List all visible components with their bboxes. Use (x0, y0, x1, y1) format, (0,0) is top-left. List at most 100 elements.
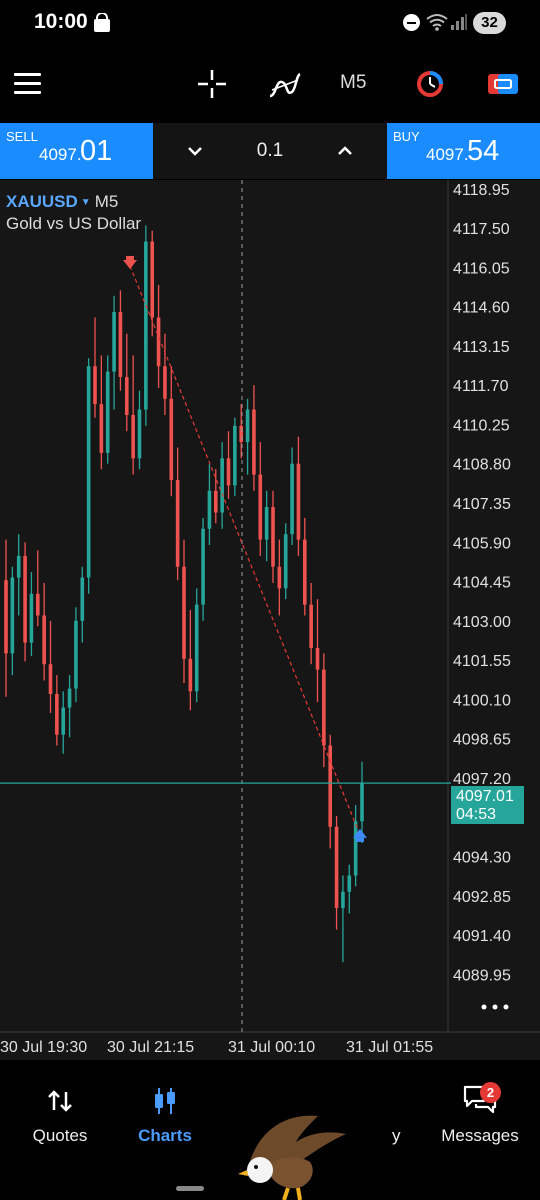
candle-body (29, 593, 34, 643)
y-tick-label: 4103.00 (453, 614, 511, 631)
nav-quotes[interactable]: Quotes (20, 1080, 100, 1150)
indicators-icon[interactable] (268, 70, 302, 100)
candlestick-chart[interactable]: 4118.95 4117.50 4116.05 4114.60 4113.15 4111.… (0, 180, 540, 1060)
buy-price-pips: 54 (467, 135, 500, 167)
candle-body (207, 490, 212, 529)
y-tick-label: 4114.60 (453, 300, 510, 317)
current-price: 4097.01 (456, 788, 514, 805)
candle-body (220, 458, 224, 513)
dropdown-arrow-icon: ▼ (80, 197, 91, 208)
candle-body (309, 604, 313, 648)
chart-toolbar: M5 (0, 48, 540, 120)
symbol-name: XAUUSD (6, 192, 78, 211)
buy-label: BUY (393, 129, 420, 144)
candle-body (80, 577, 85, 621)
candle-body (341, 891, 345, 909)
candle-body (74, 620, 78, 689)
x-tick-label: 30 Jul 21:15 (107, 1039, 194, 1056)
trade-icon[interactable] (487, 72, 519, 96)
objects-icon[interactable] (414, 70, 446, 98)
shopping-bag-icon (94, 13, 110, 32)
candle-body (245, 409, 250, 443)
nav-history[interactable]: y (368, 1080, 408, 1150)
candle-body (137, 409, 142, 459)
candle-body (188, 658, 193, 692)
more-icon[interactable] (480, 1002, 510, 1012)
candle-body (150, 241, 155, 318)
candle-body (105, 371, 110, 453)
y-tick-label: 4107.35 (453, 496, 511, 513)
status-bar: 10:00 32 (0, 0, 540, 48)
candle-body (175, 479, 180, 567)
candle-body (296, 463, 301, 540)
candle-body (112, 312, 116, 372)
lot-control: 0.1 (153, 123, 387, 179)
buy-marker-stem (356, 837, 364, 842)
candle-body (353, 821, 358, 876)
sell-button[interactable]: SELL 4097. 01 (0, 123, 153, 179)
status-time: 10:00 (34, 10, 88, 33)
candle-body (328, 745, 333, 827)
y-tick-label: 4091.40 (453, 928, 511, 945)
current-price-tag: 4097.01 04:53 (451, 786, 524, 824)
candle-body (42, 615, 46, 665)
symbol-description: Gold vs US Dollar (6, 214, 142, 233)
candle-body (124, 377, 129, 415)
candle-body (290, 463, 294, 535)
candle-body (283, 534, 288, 589)
candle-body (131, 414, 135, 459)
price-chart[interactable]: 4118.95 4117.50 4116.05 4114.60 4113.15 4111.… (0, 180, 540, 1060)
chevron-up-icon[interactable] (333, 139, 357, 163)
sell-price-main: 4097. (39, 145, 82, 164)
nav-charts-label: Charts (138, 1126, 192, 1145)
candle-body (144, 241, 148, 410)
battery-indicator: 32 (473, 12, 506, 34)
candle-body (118, 312, 123, 378)
buy-button[interactable]: BUY 4097. 54 (387, 123, 540, 179)
do-not-disturb-icon (403, 14, 420, 31)
wifi-icon (426, 14, 448, 31)
candle-body (233, 425, 237, 486)
candle-body (182, 566, 186, 659)
plot-background (0, 180, 448, 1032)
candle-body (23, 555, 27, 643)
bar-timer: 04:53 (456, 806, 497, 823)
nav-charts[interactable]: Charts (124, 1080, 206, 1150)
y-tick-label: 4116.05 (453, 260, 510, 277)
quotes-icon (48, 1090, 72, 1112)
symbol-timeframe: M5 (94, 192, 119, 211)
y-tick-label: 4101.55 (453, 653, 511, 670)
nav-quotes-label: Quotes (32, 1126, 88, 1145)
candle-body (156, 317, 161, 367)
y-tick-label: 4113.15 (453, 339, 510, 356)
candle-body (252, 409, 256, 475)
candle-body (302, 539, 307, 605)
x-tick-label: 31 Jul 01:55 (346, 1039, 433, 1056)
nav-history-label: y (392, 1126, 401, 1145)
y-tick-label: 4092.85 (453, 889, 511, 906)
x-tick-label: 30 Jul 19:30 (0, 1039, 87, 1056)
menu-icon[interactable] (14, 72, 42, 96)
candle-body (61, 707, 66, 735)
symbol-label[interactable]: XAUUSD ▼ M5 (6, 192, 118, 212)
eagle-sticker (238, 1115, 346, 1200)
candle-body (67, 688, 72, 708)
candle-body (277, 566, 282, 589)
y-tick-label: 4118.95 (453, 182, 510, 199)
home-indicator[interactable] (176, 1186, 204, 1191)
timeframe-button[interactable]: M5 (340, 72, 366, 94)
candle-body (86, 366, 91, 578)
candle-body (169, 398, 174, 480)
candle-body (93, 366, 97, 405)
y-tick-label: 4089.95 (453, 967, 511, 984)
candle-body (4, 580, 8, 654)
y-tick-label: 4108.80 (453, 457, 511, 474)
candle-body (16, 555, 21, 578)
nav-messages-label: Messages (441, 1126, 519, 1145)
crosshair-icon[interactable] (196, 68, 228, 100)
candle-body (226, 458, 231, 486)
y-tick-label: 4094.30 (453, 850, 511, 867)
y-tick-label: 4111.70 (453, 378, 509, 395)
candle-body (213, 490, 218, 513)
candle-body (194, 604, 199, 692)
